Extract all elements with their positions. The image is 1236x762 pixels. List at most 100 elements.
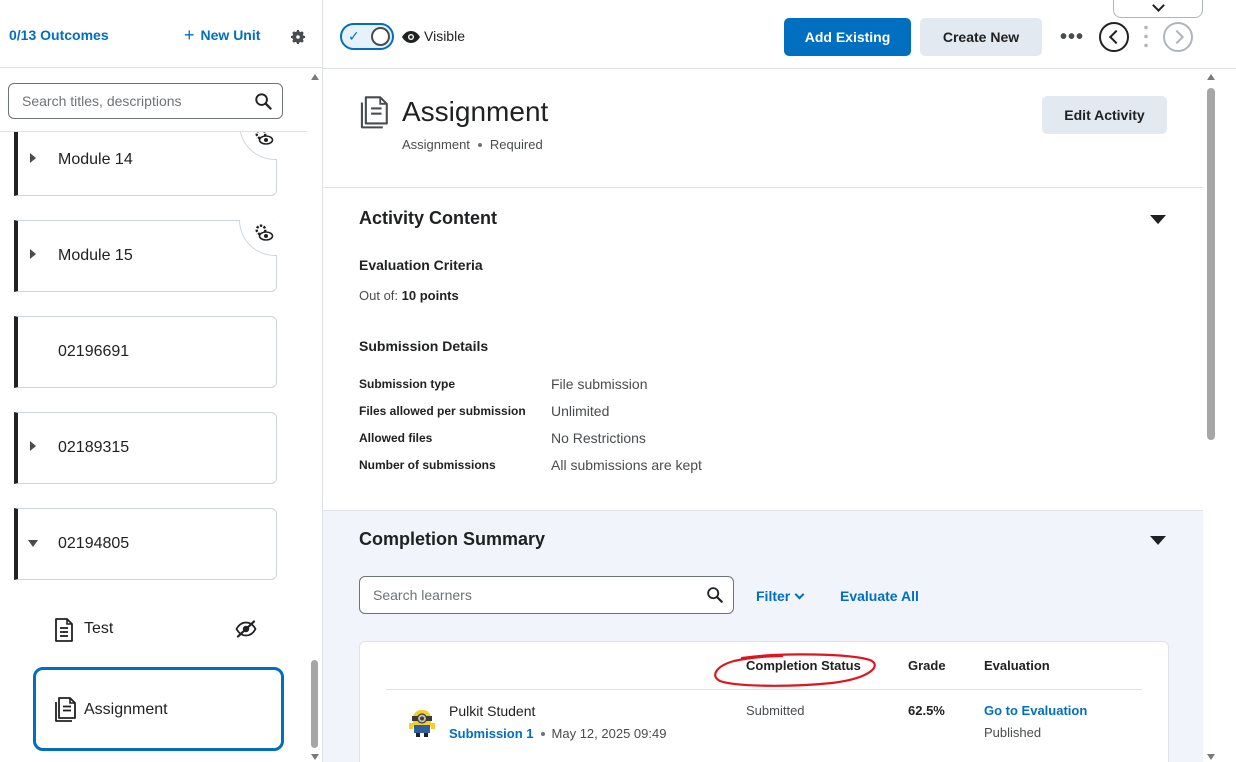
activity-meta: Assignment Required: [402, 137, 543, 152]
outline-search: [8, 83, 283, 119]
detail-row: Number of submissions All submissions ar…: [359, 457, 859, 475]
check-icon: ✓: [348, 28, 360, 44]
detail-key: Submission type: [359, 377, 456, 391]
caret-down-icon[interactable]: [28, 540, 38, 547]
detail-key: Files allowed per submission: [359, 404, 526, 418]
activity-panel: ✓ Visible Add Existing Create New ••• As…: [323, 0, 1236, 762]
caret-right-icon[interactable]: [30, 249, 36, 259]
unit-label: Module 14: [58, 151, 133, 168]
more-options-icon[interactable]: •••: [1060, 26, 1084, 49]
avatar: [409, 710, 435, 737]
submission-date: May 12, 2025 09:49: [551, 726, 667, 741]
column-header-evaluation[interactable]: Evaluation: [984, 658, 1050, 673]
learner-search-input[interactable]: [373, 587, 693, 603]
edit-activity-button[interactable]: Edit Activity: [1042, 96, 1167, 134]
topic-test[interactable]: Test: [44, 609, 274, 649]
topic-label: Test: [84, 620, 114, 637]
table-header-divider: [386, 689, 1142, 690]
completion-table: Completion Status Grade Evaluation Pulki…: [359, 641, 1169, 762]
activity-type: Assignment: [402, 137, 470, 152]
activity-toolbar: ✓ Visible Add Existing Create New •••: [323, 0, 1236, 69]
settings-eye-icon: [255, 132, 274, 145]
outline-scrollbar[interactable]: [309, 70, 322, 762]
activity-requirement: Required: [489, 137, 543, 152]
evaluation-criteria-title: Evaluation Criteria: [359, 257, 483, 273]
search-icon[interactable]: [706, 586, 724, 604]
outline-search-input[interactable]: [22, 93, 252, 109]
unit-label: Module 15: [58, 247, 133, 264]
unit-label: 02194805: [58, 535, 130, 552]
caret-right-icon[interactable]: [30, 441, 36, 451]
chevron-down-icon[interactable]: [1113, 0, 1203, 18]
detail-value: No Restrictions: [551, 430, 646, 446]
content-scrollbar[interactable]: [1203, 70, 1219, 762]
detail-key: Number of submissions: [359, 458, 496, 472]
activity-header: Assignment Assignment Required Edit Acti…: [323, 70, 1203, 188]
submission-link[interactable]: Submission 1: [449, 726, 534, 741]
unit-label: 02189315: [58, 439, 130, 456]
new-unit-label: New Unit: [200, 27, 261, 43]
scrollbar-thumb[interactable]: [311, 660, 318, 748]
unit-02189315[interactable]: 02189315: [14, 412, 277, 484]
section-title: Completion Summary: [359, 529, 546, 549]
visibility-toggle[interactable]: ✓: [340, 23, 394, 50]
unit-module-14[interactable]: Module 14: [14, 132, 277, 196]
next-activity-button[interactable]: [1163, 22, 1193, 52]
go-to-evaluation-link[interactable]: Go to Evaluation: [984, 703, 1087, 718]
section-title: Activity Content: [359, 208, 498, 228]
scroll-up-arrow-icon[interactable]: [311, 74, 319, 80]
separator-dot: [540, 731, 545, 736]
out-of-value: 10 points: [401, 288, 459, 303]
learner-search: [359, 576, 734, 614]
outcomes-link[interactable]: 0/13 Outcomes: [9, 27, 109, 43]
collapse-caret-icon[interactable]: [1150, 536, 1166, 545]
learner-name[interactable]: Pulkit Student: [449, 703, 535, 719]
new-unit-button[interactable]: + New Unit: [184, 25, 261, 45]
unit-status-corner: [239, 220, 277, 256]
assignment-icon: [360, 96, 388, 129]
eye-hidden-icon[interactable]: [235, 620, 257, 638]
activity-content-section: Activity Content Evaluation Criteria Out…: [323, 189, 1203, 511]
plus-icon: +: [184, 25, 195, 45]
filter-button[interactable]: Filter: [756, 588, 805, 604]
chevron-down-icon: [794, 589, 805, 599]
unit-02194805[interactable]: 02194805: [14, 508, 277, 580]
topic-assignment-selected[interactable]: Assignment: [33, 667, 284, 751]
detail-value: Unlimited: [551, 403, 610, 419]
settings-eye-icon: [255, 224, 274, 241]
search-icon[interactable]: [254, 92, 273, 111]
evaluate-all-link[interactable]: Evaluate All: [840, 588, 919, 604]
scrollbar-thumb[interactable]: [1207, 88, 1215, 440]
create-new-button[interactable]: Create New: [920, 18, 1042, 56]
filter-label: Filter: [756, 588, 791, 604]
completion-summary-section: Completion Summary Filter Evaluate All C…: [323, 511, 1203, 762]
detail-row: Allowed files No Restrictions: [359, 430, 859, 448]
evaluation-state: Published: [984, 725, 1042, 740]
grade-value: 62.5%: [908, 703, 945, 718]
previous-activity-button[interactable]: [1099, 22, 1129, 52]
document-icon: [55, 618, 73, 642]
unit-02196691[interactable]: 02196691: [14, 316, 277, 388]
unit-status-corner: [239, 132, 277, 160]
visibility-label: Visible: [424, 28, 465, 44]
submission-info: Submission 1 May 12, 2025 09:49: [449, 726, 666, 741]
scroll-down-arrow-icon[interactable]: [311, 754, 319, 760]
add-existing-button[interactable]: Add Existing: [784, 18, 911, 56]
annotation-circle: [714, 653, 876, 687]
assignment-icon: [55, 697, 76, 722]
detail-row: Files allowed per submission Unlimited: [359, 403, 859, 421]
separator-dot: [477, 142, 482, 147]
column-header-grade[interactable]: Grade: [908, 658, 946, 673]
gear-icon[interactable]: [289, 28, 307, 46]
outline-toolbar: 0/13 Outcomes + New Unit: [0, 0, 322, 68]
detail-value: File submission: [551, 376, 648, 392]
scroll-down-arrow-icon[interactable]: [1207, 754, 1215, 760]
page-title: Assignment: [402, 96, 549, 127]
eye-icon: [402, 31, 420, 43]
scroll-up-arrow-icon[interactable]: [1207, 74, 1215, 80]
submission-details-title: Submission Details: [359, 338, 489, 354]
collapse-caret-icon[interactable]: [1150, 215, 1166, 224]
nav-separator: [1144, 23, 1148, 51]
caret-right-icon[interactable]: [30, 153, 36, 163]
unit-module-15[interactable]: Module 15: [14, 220, 277, 292]
